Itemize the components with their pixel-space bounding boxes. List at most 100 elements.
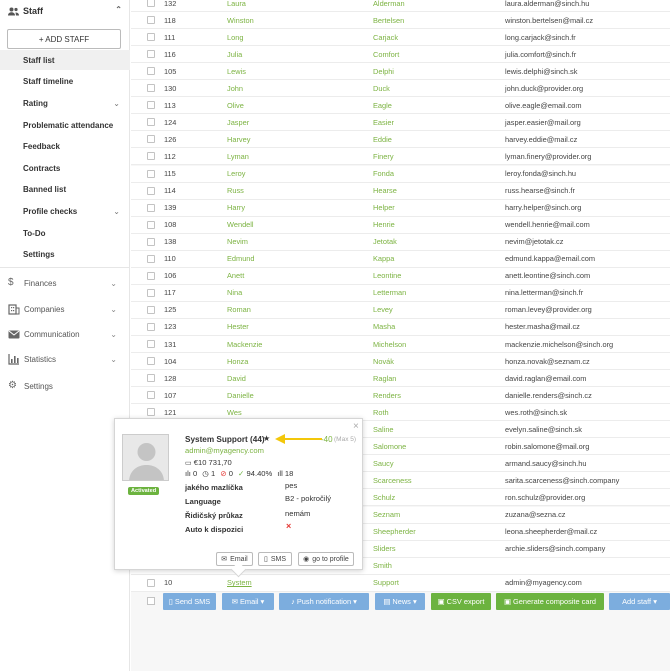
- last-name-link[interactable]: Hearse: [373, 186, 397, 195]
- first-name-link[interactable]: Nevim: [227, 237, 248, 246]
- first-name-link[interactable]: Danielle: [227, 391, 254, 400]
- last-name-link[interactable]: Fonda: [373, 169, 394, 178]
- last-name-link[interactable]: Leontine: [373, 271, 401, 280]
- last-name-link[interactable]: Sheepherder: [373, 527, 416, 536]
- table-row[interactable]: 106 Anett Leontine anett.leontine@sinch.com: [131, 267, 670, 285]
- add-staff-button[interactable]: + ADD STAFF: [7, 29, 121, 49]
- row-checkbox[interactable]: [147, 186, 155, 195]
- add-staff-toolbar-button[interactable]: Add staff ▾: [609, 593, 670, 610]
- send-sms-button[interactable]: ▯ Send SMS: [163, 593, 216, 610]
- last-name-link[interactable]: Sliders: [373, 544, 396, 553]
- row-checkbox[interactable]: [147, 340, 155, 348]
- first-name-link[interactable]: Winston: [227, 16, 254, 25]
- last-name-link[interactable]: Eagle: [373, 101, 392, 110]
- sidebar-item-rating[interactable]: Rating ⌄: [0, 93, 130, 113]
- popup-profile-button[interactable]: ◉ go to profile: [298, 552, 354, 566]
- last-name-link[interactable]: Comfort: [373, 50, 399, 59]
- sidebar-group-settings[interactable]: ⚙ Settings: [0, 376, 130, 396]
- first-name-link[interactable]: Harry: [227, 203, 245, 212]
- row-checkbox[interactable]: [147, 118, 155, 127]
- row-checkbox[interactable]: [147, 50, 155, 59]
- row-checkbox[interactable]: [147, 374, 155, 383]
- row-checkbox[interactable]: [147, 254, 155, 263]
- table-row[interactable]: 104 Honza Novák honza.novak@seznam.cz: [131, 353, 670, 371]
- row-checkbox[interactable]: [147, 408, 155, 417]
- table-row[interactable]: 105 Lewis Delphi lewis.delphi@sinch.sk: [131, 63, 670, 81]
- table-row[interactable]: 112 Lyman Finery lyman.finery@provider.org: [131, 148, 670, 166]
- sidebar-item-staff-list[interactable]: Staff list: [0, 50, 130, 70]
- popup-staff-name[interactable]: System Support (44): [185, 435, 265, 444]
- table-row[interactable]: 116 Julia Comfort julia.comfort@sinch.fr: [131, 46, 670, 64]
- last-name-link[interactable]: Alderman: [373, 0, 405, 8]
- email-dropdown-button[interactable]: ✉ Email ▾: [222, 593, 274, 610]
- first-name-link[interactable]: Wes: [227, 408, 242, 417]
- sidebar-item-problematic-attendance[interactable]: Problematic attendance: [0, 115, 130, 135]
- last-name-link[interactable]: Schulz: [373, 493, 395, 502]
- row-checkbox[interactable]: [147, 357, 155, 366]
- last-name-link[interactable]: Letterman: [373, 288, 406, 297]
- table-row[interactable]: 130 John Duck john.duck@provider.org: [131, 80, 670, 98]
- row-checkbox[interactable]: [147, 288, 155, 297]
- first-name-link[interactable]: Laura: [227, 0, 246, 8]
- sidebar-item-settings[interactable]: Settings: [0, 244, 130, 264]
- first-name-link[interactable]: Russ: [227, 186, 244, 195]
- composite-card-button[interactable]: ▣ Generate composite card: [496, 593, 604, 610]
- row-checkbox[interactable]: [147, 101, 155, 110]
- table-row[interactable]: 108 Wendell Henrie wendell.henrie@mail.com: [131, 216, 670, 234]
- last-name-link[interactable]: Novák: [373, 357, 394, 366]
- row-checkbox[interactable]: [147, 271, 155, 280]
- first-name-link[interactable]: Mackenzie: [227, 340, 262, 349]
- first-name-link[interactable]: Hester: [227, 322, 249, 331]
- sidebar-item-staff-timeline[interactable]: Staff timeline: [0, 71, 130, 91]
- row-checkbox[interactable]: [147, 391, 155, 400]
- last-name-link[interactable]: Salomone: [373, 442, 406, 451]
- table-row[interactable]: 138 Nevim Jetotak nevim@jetotak.cz: [131, 233, 670, 251]
- table-row[interactable]: 125 Roman Levey roman.levey@provider.org: [131, 301, 670, 319]
- row-checkbox[interactable]: [147, 84, 155, 93]
- row-checkbox[interactable]: [147, 237, 155, 246]
- table-row[interactable]: 131 Mackenzie Michelson mackenzie.michelson…: [131, 336, 670, 353]
- first-name-link[interactable]: David: [227, 374, 246, 383]
- last-name-link[interactable]: Saline: [373, 425, 394, 434]
- last-name-link[interactable]: Henrie: [373, 220, 395, 229]
- last-name-link[interactable]: Duck: [373, 84, 390, 93]
- last-name-link[interactable]: Levey: [373, 305, 393, 314]
- staff-section-header[interactable]: Staff ⌃: [8, 5, 122, 17]
- last-name-link[interactable]: Helper: [373, 203, 395, 212]
- sidebar-group-statistics[interactable]: Statistics ⌄: [0, 349, 130, 369]
- last-name-link[interactable]: Bertelsen: [373, 16, 404, 25]
- sidebar-group-companies[interactable]: Companies ⌄: [0, 299, 130, 319]
- table-row[interactable]: 118 Winston Bertelsen winston.bertelsen@mai…: [131, 12, 670, 30]
- first-name-link[interactable]: Long: [227, 33, 243, 42]
- last-name-link[interactable]: Easier: [373, 118, 394, 127]
- table-row[interactable]: 132 Laura Alderman laura.alderman@sinch.hu: [131, 0, 670, 12]
- last-name-link[interactable]: Seznam: [373, 510, 400, 519]
- table-row[interactable]: 139 Harry Helper harry.helper@sinch.org: [131, 199, 670, 217]
- sidebar-item-todo[interactable]: To-Do: [0, 223, 130, 243]
- row-checkbox[interactable]: [147, 135, 155, 144]
- last-name-link[interactable]: Support: [373, 578, 399, 587]
- last-name-link[interactable]: Delphi: [373, 67, 394, 76]
- last-name-link[interactable]: Jetotak: [373, 237, 397, 246]
- news-dropdown-button[interactable]: ▤ News ▾: [375, 593, 425, 610]
- popup-email-button[interactable]: ✉ Email: [216, 552, 253, 566]
- first-name-link[interactable]: Olive: [227, 101, 244, 110]
- row-checkbox[interactable]: [147, 305, 155, 314]
- last-name-link[interactable]: Scarceness: [373, 476, 412, 485]
- row-checkbox[interactable]: [147, 322, 155, 331]
- last-name-link[interactable]: Masha: [373, 322, 395, 331]
- last-name-link[interactable]: Saucy: [373, 459, 394, 468]
- row-checkbox[interactable]: [147, 33, 155, 42]
- last-name-link[interactable]: Carjack: [373, 33, 398, 42]
- first-name-link[interactable]: Wendell: [227, 220, 254, 229]
- table-row[interactable]: 107 Danielle Renders danielle.renders@sinch…: [131, 387, 670, 405]
- table-row[interactable]: 126 Harvey Eddie harvey.eddie@mail.cz: [131, 131, 670, 149]
- last-name-link[interactable]: Kappa: [373, 254, 394, 263]
- csv-export-button[interactable]: ▣ CSV export: [431, 593, 491, 610]
- table-row[interactable]: 111 Long Carjack long.carjack@sinch.fr: [131, 29, 670, 47]
- first-name-link[interactable]: Anett: [227, 271, 244, 280]
- popup-sms-button[interactable]: ▯ SMS: [258, 552, 292, 566]
- first-name-link[interactable]: Edmund: [227, 254, 255, 263]
- sidebar-item-banned-list[interactable]: Banned list: [0, 179, 130, 199]
- popup-email-link[interactable]: admin@myagency.com: [185, 446, 264, 455]
